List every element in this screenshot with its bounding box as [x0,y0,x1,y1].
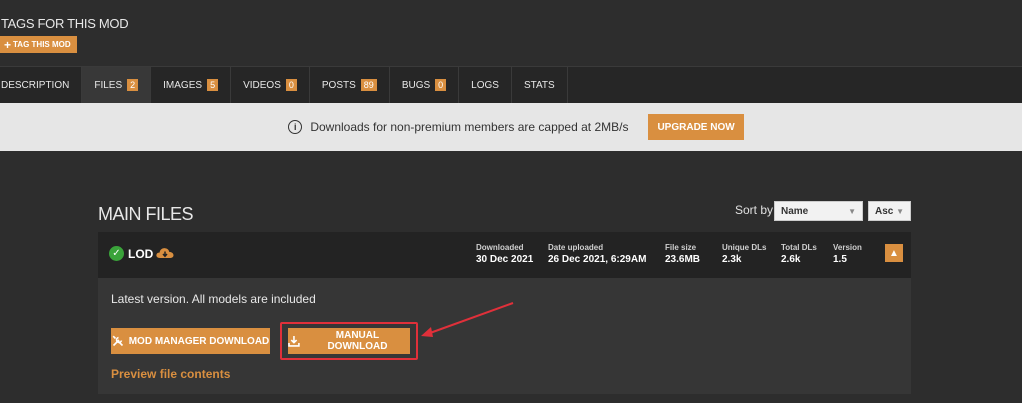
stat-label: File size [665,243,697,252]
sort-by-label: Sort by [735,203,774,217]
stat-date-uploaded: Date uploaded 26 Dec 2021, 6:29AM [548,243,646,265]
tab-count-badge: 5 [207,79,219,91]
tab-count-badge: 0 [285,79,297,91]
stat-file-size: File size 23.6MB [665,243,700,265]
stat-value: 1.5 [833,254,847,265]
tab-stats[interactable]: STATS [512,67,568,103]
file-description: Latest version. All models are included [111,292,316,306]
stat-label: Total DLs [781,243,817,252]
sort-order-value: Asc [875,205,894,217]
stat-unique-dls: Unique DLs 2.3k [722,243,766,265]
check-circle-icon: ✓ [109,246,124,261]
wrench-icon [112,335,123,347]
tab-logs[interactable]: LOGS [459,67,512,103]
tab-videos[interactable]: VIDEOS 0 [231,67,310,103]
file-details: Latest version. All models are included … [98,278,911,394]
tab-count-badge: 0 [435,79,447,91]
preview-file-contents-link[interactable]: Preview file contents [111,367,230,381]
mod-tabs: DESCRIPTION FILES 2 IMAGES 5 VIDEOS 0 POSTS… [0,66,1022,103]
mod-page: TAGS FOR THIS MOD + TAG THIS MOD DESCRIP… [0,0,1022,403]
tab-label: BUGS [401,79,431,91]
main-files-title: MAIN FILES [98,204,194,224]
sort-order-select[interactable]: Asc ▼ [868,201,911,221]
button-label: MANUAL DOWNLOAD [327,330,388,352]
file-header[interactable]: ✓ LOD Downloaded 30 Dec 2021 Date upload… [98,232,911,278]
stat-value: 23.6MB [665,254,701,265]
tab-files[interactable]: FILES 2 [82,67,152,103]
tab-label: DESCRIPTION [1,79,70,91]
stat-value: 26 Dec 2021, 6:29AM [548,254,647,265]
upgrade-now-button[interactable]: UPGRADE NOW [648,114,744,140]
tab-posts[interactable]: POSTS 89 [310,67,390,103]
sort-field-select[interactable]: Name ▼ [774,201,863,221]
info-icon: i [288,120,303,134]
chevron-down-icon: ▼ [848,206,856,216]
tab-description[interactable]: DESCRIPTION [0,67,83,103]
stat-label: Date uploaded [548,243,604,252]
banner-text: Downloads for non-premium members are ca… [310,120,629,134]
mod-manager-download-button[interactable]: MOD MANAGER DOWNLOAD [111,328,270,354]
tab-label: LOGS [471,79,499,91]
sort-field-value: Name [781,205,809,217]
stat-value: 30 Dec 2021 [476,254,534,265]
tab-images[interactable]: IMAGES 5 [151,67,232,103]
manual-download-button[interactable]: MANUAL DOWNLOAD [288,328,410,354]
chevron-up-icon: ▲ [889,247,899,259]
chevron-down-icon: ▼ [896,206,904,216]
cloud-download-icon [156,248,174,258]
tab-label: STATS [523,79,555,91]
button-label: MOD MANAGER DOWNLOAD [128,335,270,347]
tag-this-mod-button[interactable]: + TAG THIS MOD [0,36,77,53]
tag-button-label: TAG THIS MOD [13,40,71,49]
tab-label: VIDEOS [243,79,281,91]
tab-count-badge: 89 [360,79,377,91]
stat-label: Downloaded [476,243,524,252]
stat-label: Unique DLs [722,243,767,252]
stat-value: 2.3k [722,254,742,265]
stat-value: 2.6k [781,254,801,265]
plus-icon: + [4,37,12,52]
download-cap-banner: i Downloads for non-premium members are … [0,103,1022,151]
stat-total-dls: Total DLs 2.6k [781,243,817,265]
tab-bugs[interactable]: BUGS 0 [390,67,460,103]
download-icon [288,336,300,347]
stat-downloaded: Downloaded 30 Dec 2021 [476,243,533,265]
stat-version: Version 1.5 [833,243,862,265]
tab-count-badge: 2 [127,79,139,91]
tags-section: TAGS FOR THIS MOD + TAG THIS MOD [0,0,1022,66]
tags-title: TAGS FOR THIS MOD [1,16,129,31]
file-name: LOD [128,247,154,261]
stat-label: Version [833,243,862,252]
highlight-box: MANUAL DOWNLOAD [280,322,418,360]
tab-label: FILES [94,79,123,91]
tab-label: POSTS [321,79,356,91]
collapse-button[interactable]: ▲ [885,244,903,262]
tab-label: IMAGES [163,79,203,91]
